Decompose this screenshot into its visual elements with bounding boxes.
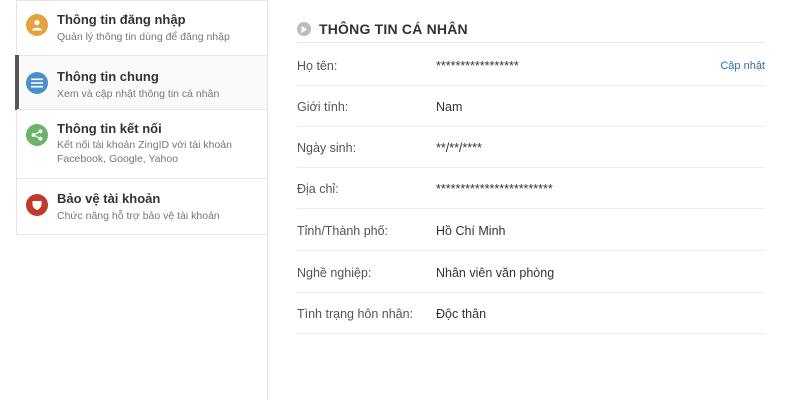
field-label: Nghề nghiệp: <box>297 266 372 280</box>
sidebar-item-login-info[interactable]: Thông tin đăng nhập Quản lý thông tin dù… <box>17 0 268 55</box>
user-icon <box>26 14 48 36</box>
sidebar-item-description: Facebook, Google, Yahoo <box>57 153 179 165</box>
field-label: Họ tên: <box>297 59 338 73</box>
sidebar-item-description: Xem và cập nhật thông tin cá nhân <box>57 88 220 100</box>
info-row-city: Tỉnh/Thành phố: Hồ Chí Minh <box>297 210 765 251</box>
sidebar-item-connect-info[interactable]: Thông tin kết nối Kết nối tài khoản Zing… <box>17 109 268 178</box>
sidebar-item-title: Thông tin kết nối <box>57 121 162 136</box>
shield-icon <box>26 194 48 216</box>
field-label: Ngày sinh: <box>297 141 357 155</box>
field-value: ************************ <box>436 182 553 196</box>
sidebar: Thông tin đăng nhập Quản lý thông tin dù… <box>0 0 268 400</box>
field-label: Tình trạng hôn nhân: <box>297 307 414 321</box>
sidebar-item-description: Kết nối tài khoản ZingID với tài khoản <box>57 139 232 151</box>
field-label: Tỉnh/Thành phố: <box>297 224 389 238</box>
field-value: Hồ Chí Minh <box>436 224 506 238</box>
update-link[interactable]: Cập nhật <box>720 60 765 72</box>
info-row-marital-status: Tình trạng hôn nhân: Độc thân <box>297 293 765 334</box>
sidebar-item-account-protection[interactable]: Bảo vệ tài khoản Chức năng hỗ trợ bảo vệ… <box>17 178 268 234</box>
field-value: Nhân viên văn phòng <box>436 266 555 280</box>
sidebar-item-title: Bảo vệ tài khoản <box>57 191 161 206</box>
sidebar-item-title: Thông tin chung <box>57 69 159 84</box>
field-value: Nam <box>436 100 463 114</box>
sidebar-item-general-info[interactable]: Thông tin chung Xem và cập nhật thông ti… <box>15 55 268 110</box>
info-row-birthdate: Ngày sinh: **/**/**** <box>297 127 765 168</box>
info-row-gender: Giới tính: Nam <box>297 86 765 127</box>
field-value: Độc thân <box>436 307 487 321</box>
sidebar-item-title: Thông tin đăng nhập <box>57 12 186 27</box>
info-row-fullname: Họ tên: ***************** Cập nhật <box>297 45 765 86</box>
section-header: THÔNG TIN CÁ NHÂN <box>297 16 765 42</box>
field-value: ***************** <box>436 59 519 73</box>
field-label: Địa chỉ: <box>297 182 339 196</box>
sidebar-item-description: Chức năng hỗ trợ bảo vệ tài khoản <box>57 210 220 222</box>
field-value: **/**/**** <box>436 141 482 155</box>
info-row-occupation: Nghề nghiệp: Nhân viên văn phòng <box>297 252 765 293</box>
field-label: Giới tính: <box>297 100 349 114</box>
info-row-address: Địa chỉ: ************************ <box>297 168 765 209</box>
section-title: THÔNG TIN CÁ NHÂN <box>319 21 468 37</box>
list-icon <box>26 72 48 94</box>
sidebar-menu: Thông tin đăng nhập Quản lý thông tin dù… <box>15 0 268 235</box>
main-content: THÔNG TIN CÁ NHÂN Họ tên: **************… <box>268 0 800 400</box>
divider <box>297 42 765 43</box>
sidebar-item-description: Quản lý thông tin dùng để đăng nhập <box>57 31 230 43</box>
share-icon <box>26 124 48 146</box>
play-icon <box>297 22 311 36</box>
